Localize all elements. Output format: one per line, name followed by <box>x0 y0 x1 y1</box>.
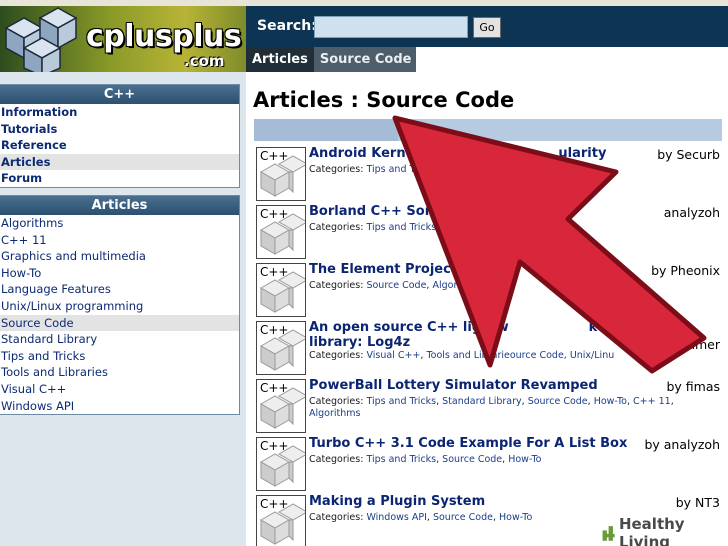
sidebar-item-windows-api[interactable]: Windows API <box>0 398 239 415</box>
article-thumbnail[interactable]: C++ <box>256 205 306 259</box>
sidebar-item-cpp11[interactable]: C++ 11 <box>0 232 239 249</box>
article-categories: Categories: Tips and Tricks, Standard Li… <box>309 396 674 419</box>
article-title[interactable]: An open source C++ lightw k cross p librar… <box>309 320 654 350</box>
article-author[interactable]: by NT3 <box>675 495 720 510</box>
article-categories: Categories: Source Code, Algorith <box>309 280 470 291</box>
cubes-thumb-icon <box>259 155 305 197</box>
sidebar-item-information[interactable]: Information <box>0 104 239 121</box>
cubes-logo-icon <box>4 7 78 72</box>
cubes-thumb-icon <box>259 445 305 487</box>
article-row: C++ Android Kerne ularity Categories: Tip… <box>254 145 728 201</box>
articles-box-title: Articles <box>0 196 239 215</box>
watermark: Healthy Living <box>596 515 728 546</box>
article-thumbnail[interactable]: C++ <box>256 379 306 433</box>
article-author[interactable]: by Pheonix <box>651 263 720 278</box>
article-title[interactable]: Turbo C++ 3.1 Code Example For A List Bo… <box>309 436 627 451</box>
article-author[interactable]: analyzoh <box>663 205 720 220</box>
sidebar-item-unix-linux[interactable]: Unix/Linux programming <box>0 298 239 315</box>
article-author[interactable]: mmer <box>682 337 720 352</box>
article-row: C++ Turbo C++ 3.1 Code Example For A Lis… <box>254 435 728 491</box>
cubes-thumb-icon <box>259 271 305 313</box>
sidebar-item-graphics[interactable]: Graphics and multimedia <box>0 248 239 265</box>
logo-text: cplusplus <box>86 19 242 54</box>
article-categories: Categories: Visual C++, Tools and Librar… <box>309 350 615 361</box>
breadcrumb: Articles Source Code <box>246 47 422 72</box>
article-author[interactable]: by Securb <box>657 147 720 162</box>
page-title: Articles : Source Code <box>253 88 515 112</box>
sidebar-item-source-code[interactable]: Source Code <box>0 314 239 332</box>
article-thumbnail[interactable]: C++ <box>256 321 306 375</box>
article-title[interactable]: The Element Project ( <box>309 262 468 277</box>
cubes-thumb-icon <box>259 213 305 255</box>
article-thumbnail[interactable]: C++ <box>256 437 306 491</box>
article-thumbnail[interactable]: C++ <box>256 495 306 546</box>
sidebar-item-forum[interactable]: Forum <box>0 170 239 187</box>
article-row: C++ The Element Project ( Categories: So… <box>254 261 728 317</box>
article-row: C++ Borland C++ Sorti Categories: Tips a… <box>254 203 728 259</box>
cubes-thumb-icon <box>259 329 305 371</box>
article-title[interactable]: Android Kerne ularity <box>309 146 606 161</box>
article-thumbnail[interactable]: C++ <box>256 147 306 201</box>
articles-nav-box: Articles Algorithms C++ 11 Graphics and … <box>0 195 240 416</box>
header-white-area <box>416 47 728 72</box>
sidebar-item-standard-library[interactable]: Standard Library <box>0 331 239 348</box>
wikihow-logo-icon <box>602 526 615 541</box>
sidebar-item-tools-and-libraries[interactable]: Tools and Libraries <box>0 364 239 381</box>
article-row: C++ An open source C++ lightw k cross p li… <box>254 319 728 375</box>
article-categories: Categories: Tips and T 11 <box>309 164 578 175</box>
article-title[interactable]: PowerBall Lottery Simulator Revamped <box>309 378 598 393</box>
article-row: C++ PowerBall Lottery Simulator Revamped… <box>254 377 728 433</box>
site-logo[interactable]: cplusplus .com <box>0 6 246 72</box>
search-input[interactable] <box>314 16 468 38</box>
site-header: cplusplus .com Search: Go Articles Sourc… <box>0 0 728 72</box>
article-author[interactable]: by analyzoh <box>644 437 720 452</box>
list-header-bar <box>254 119 722 141</box>
sidebar-item-algorithms[interactable]: Algorithms <box>0 215 239 232</box>
article-author[interactable]: by fimas <box>666 379 720 394</box>
article-categories: Categories: Tips and Tricks <box>309 222 437 233</box>
sidebar-item-reference[interactable]: Reference <box>0 137 239 154</box>
breadcrumb-source-code[interactable]: Source Code <box>313 47 422 72</box>
article-categories: Categories: Tips and Tricks, Source Code… <box>309 454 542 465</box>
article-title[interactable]: Making a Plugin System <box>309 494 485 509</box>
cpp-nav-box: C++ Information Tutorials Reference Arti… <box>0 84 240 188</box>
search-label: Search: <box>257 18 317 34</box>
sidebar: C++ Information Tutorials Reference Arti… <box>0 72 246 546</box>
sidebar-item-language-features[interactable]: Language Features <box>0 281 239 298</box>
article-categories: Categories: Windows API, Source Code, Ho… <box>309 512 533 523</box>
sidebar-item-tips-and-tricks[interactable]: Tips and Tricks <box>0 348 239 365</box>
breadcrumb-articles[interactable]: Articles <box>246 47 314 72</box>
cubes-thumb-icon <box>259 503 305 545</box>
sidebar-item-articles[interactable]: Articles <box>0 153 239 171</box>
sidebar-item-visual-cpp[interactable]: Visual C++ <box>0 381 239 398</box>
main-content: Articles : Source Code C++ Android Kerne… <box>246 72 728 546</box>
cubes-thumb-icon <box>259 387 305 429</box>
article-thumbnail[interactable]: C++ <box>256 263 306 317</box>
logo-suffix: .com <box>184 52 225 70</box>
cpp-box-title: C++ <box>0 85 239 104</box>
watermark-text: Healthy Living <box>618 515 685 546</box>
article-title[interactable]: Borland C++ Sorti <box>309 204 442 219</box>
sidebar-item-how-to[interactable]: How-To <box>0 265 239 282</box>
go-button[interactable]: Go <box>473 17 501 38</box>
sidebar-item-tutorials[interactable]: Tutorials <box>0 121 239 138</box>
